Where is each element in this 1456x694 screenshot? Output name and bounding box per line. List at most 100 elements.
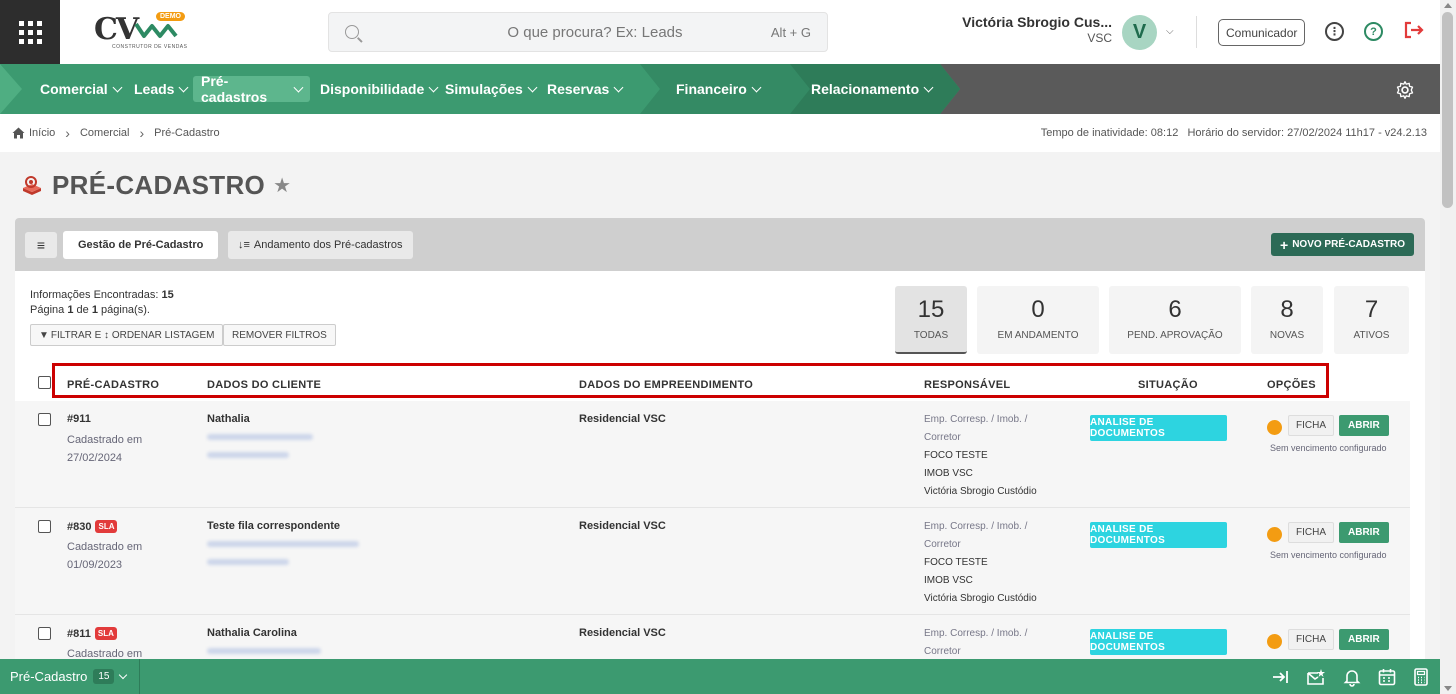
status-badge[interactable]: ANALISE DE DOCUMENTOS [1090, 629, 1227, 655]
nav-item-financeiro[interactable]: Financeiro [668, 76, 768, 102]
home-icon[interactable] [12, 127, 25, 139]
client-name: Nathalia Carolina [207, 627, 297, 639]
user-name: Victória Sbrogio Cus... [962, 14, 1112, 30]
abrir-button[interactable]: ABRIR [1339, 522, 1389, 543]
stat-value: 0 [1031, 296, 1045, 323]
scroll-down-icon[interactable] [1444, 686, 1452, 691]
search-bar[interactable]: Alt + G [328, 12, 828, 52]
table-row: #830 SLA Cadastrado em 01/09/2023 Teste fi… [15, 508, 1410, 615]
chevron-down-icon [179, 82, 189, 92]
row-created: Cadastrado em 01/09/2023 [67, 541, 143, 571]
stat-novas[interactable]: 8 NOVAS [1251, 286, 1323, 354]
more-options-icon[interactable]: ⋮ [1325, 22, 1344, 41]
page-scrollbar[interactable] [1440, 0, 1456, 694]
logo-mark: CV [94, 12, 139, 47]
logout-icon[interactable] [1403, 20, 1425, 46]
avatar[interactable]: V [1122, 15, 1157, 50]
tab-andamento[interactable]: ↓≡ Andamento dos Pré-cadastros [228, 231, 413, 259]
stat-label: EM ANDAMENTO [997, 330, 1079, 341]
mail-star-icon[interactable] [1306, 667, 1326, 687]
nav-label: Comercial [40, 81, 108, 97]
chevron-down-icon [923, 82, 934, 92]
logo[interactable]: CV DEMO CONSTRUTOR DE VENDAS [94, 10, 194, 54]
status-badge[interactable]: ANALISE DE DOCUMENTOS [1090, 415, 1227, 441]
nav-item-comercial[interactable]: Comercial [32, 76, 129, 102]
collapse-right-icon[interactable] [1271, 667, 1291, 687]
responsible: Emp. Corresp. / Imob. / Corretor FOCO TE… [924, 521, 1037, 604]
divider [1196, 16, 1197, 48]
pre-cadastro-icon [23, 175, 41, 195]
bottom-tab-pre-cadastro[interactable]: Pré-Cadastro 15 [0, 659, 140, 694]
nav-label: Reservas [547, 81, 610, 97]
nav-item-simulacoes[interactable]: Simulações [437, 76, 544, 102]
status-dot-icon [1267, 634, 1282, 649]
chevron-right-icon: › [139, 125, 145, 141]
stat-label: TODAS [913, 330, 949, 341]
remove-filters-button[interactable]: REMOVER FILTROS [223, 324, 336, 346]
tab-gestao[interactable]: Gestão de Pré-Cadastro [63, 231, 219, 259]
row-checkbox[interactable] [38, 413, 51, 426]
sort-icon: ↓≡ [238, 239, 250, 251]
nav-item-relacionamento[interactable]: Relacionamento [803, 76, 940, 102]
gear-icon[interactable] [1395, 80, 1415, 100]
nav-item-pre-cadastros[interactable]: Pré-cadastros [193, 73, 310, 105]
stat-value: 7 [1364, 296, 1379, 323]
breadcrumb-home[interactable]: Início [29, 127, 55, 139]
user-info[interactable]: Victória Sbrogio Cus... VSC [940, 14, 1112, 45]
breadcrumb-comercial[interactable]: Comercial [80, 127, 130, 139]
row-checkbox[interactable] [38, 627, 51, 640]
select-all-checkbox[interactable] [38, 376, 51, 389]
menu-icon[interactable]: ≡ [25, 232, 57, 258]
venture-name: Residencial VSC [579, 520, 666, 532]
due-info: Sem vencimento configurado [1270, 550, 1387, 560]
plus-icon: + [1280, 236, 1289, 253]
help-icon[interactable]: ? [1364, 22, 1383, 41]
row-id[interactable]: #811 SLA [67, 627, 117, 640]
comunicador-button[interactable]: Comunicador [1218, 19, 1306, 46]
nav-label: Simulações [445, 81, 523, 97]
star-icon[interactable]: ★ [273, 173, 291, 198]
calculator-icon[interactable] [1411, 667, 1431, 687]
row-checkbox[interactable] [38, 520, 51, 533]
stat-label: PEND. APROVAÇÃO [1127, 330, 1223, 341]
nav-item-disponibilidade[interactable]: Disponibilidade [312, 76, 445, 102]
filter-sort-button[interactable]: ▼ FILTRAR E ↕ ORDENAR LISTAGEM [30, 324, 224, 346]
nav-label: Financeiro [676, 81, 747, 97]
sla-badge: SLA [95, 520, 118, 533]
abrir-button[interactable]: ABRIR [1339, 629, 1389, 650]
client-name: Nathalia [207, 413, 250, 425]
breadcrumb: Início › Comercial › Pré-Cadastro Tempo … [0, 114, 1440, 152]
bell-icon[interactable] [1342, 667, 1362, 687]
nav-item-reservas[interactable]: Reservas [539, 76, 630, 102]
grid-icon [18, 20, 42, 44]
due-info: Sem vencimento configurado [1270, 443, 1387, 453]
nav-label: Relacionamento [811, 81, 920, 97]
ficha-button[interactable]: FICHA [1288, 522, 1334, 543]
tab-label: Andamento dos Pré-cadastros [253, 239, 403, 251]
status-badge[interactable]: ANALISE DE DOCUMENTOS [1090, 522, 1227, 548]
row-id[interactable]: #830 SLA [67, 520, 118, 533]
new-pre-cadastro-button[interactable]: + NOVO PRÉ-CADASTRO [1271, 233, 1414, 256]
search-input[interactable] [419, 23, 771, 41]
stat-em-andamento[interactable]: 0 EM ANDAMENTO [977, 286, 1099, 354]
scroll-up-icon[interactable] [1444, 3, 1452, 8]
stat-pend-aprovacao[interactable]: 6 PEND. APROVAÇÃO [1109, 286, 1241, 354]
abrir-button[interactable]: ABRIR [1339, 415, 1389, 436]
chevron-down-icon[interactable]: ⌵ [1166, 26, 1174, 37]
stat-value: 6 [1168, 296, 1182, 323]
search-icon [345, 25, 359, 39]
button-label: NOVO PRÉ-CADASTRO [1292, 239, 1405, 250]
redacted-phone [207, 559, 289, 565]
nav-label: Leads [134, 81, 175, 97]
search-shortcut-hint: Alt + G [770, 24, 811, 40]
nav-item-leads[interactable]: Leads [126, 76, 195, 102]
apps-menu-button[interactable] [0, 0, 60, 64]
ficha-button[interactable]: FICHA [1288, 629, 1334, 650]
row-id[interactable]: #911 [67, 413, 91, 425]
calendar-icon[interactable] [1377, 667, 1397, 687]
stat-ativos[interactable]: 7 ATIVOS [1334, 286, 1409, 354]
ficha-button[interactable]: FICHA [1288, 415, 1334, 436]
stat-todas[interactable]: 15 TODAS [895, 286, 967, 354]
scroll-thumb[interactable] [1442, 12, 1453, 208]
row-created: Cadastrado em 27/02/2024 [67, 434, 143, 464]
